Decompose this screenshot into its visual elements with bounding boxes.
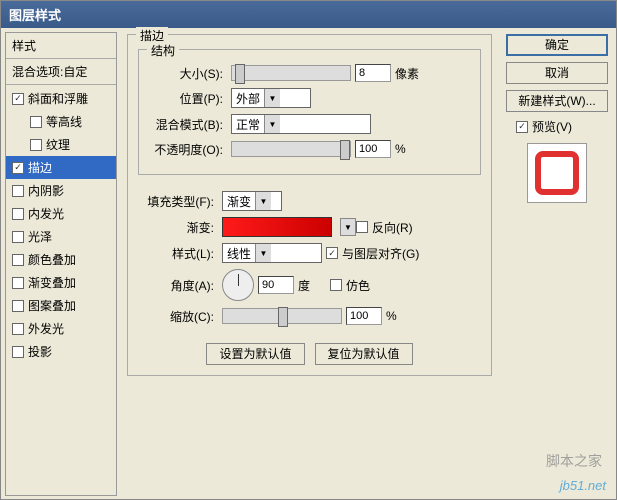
layer-style-dialog: 图层样式 样式 混合选项:自定 斜面和浮雕等高线纹理描边内阴影内发光光泽颜色叠加… <box>0 0 617 500</box>
dropdown-arrow-icon: ▼ <box>255 192 271 210</box>
style-checkbox[interactable] <box>12 231 24 243</box>
style-item-11[interactable]: 投影 <box>6 340 116 363</box>
style-checkbox[interactable] <box>30 139 42 151</box>
new-style-button[interactable]: 新建样式(W)... <box>506 90 608 112</box>
right-panel: 确定 取消 新建样式(W)... 预览(V) <box>502 32 612 496</box>
opacity-slider[interactable] <box>231 141 351 157</box>
style-item-label: 颜色叠加 <box>28 251 76 268</box>
fill-group: 填充类型(F): 渐变 ▼ 渐变: ▼ 反向(R) <box>138 181 481 335</box>
ok-button[interactable]: 确定 <box>506 34 608 56</box>
style-checkbox[interactable] <box>12 254 24 266</box>
preview-checkbox[interactable] <box>516 121 528 133</box>
dialog-titlebar[interactable]: 图层样式 <box>1 1 616 28</box>
style-item-label: 渐变叠加 <box>28 274 76 291</box>
filltype-select[interactable]: 渐变 ▼ <box>222 191 282 211</box>
styles-sidebar: 样式 混合选项:自定 斜面和浮雕等高线纹理描边内阴影内发光光泽颜色叠加渐变叠加图… <box>5 32 117 496</box>
position-label: 位置(P): <box>149 90 227 107</box>
size-input[interactable] <box>355 64 391 82</box>
style-item-label: 描边 <box>28 159 52 176</box>
gradient-picker[interactable] <box>222 217 332 237</box>
style-item-label: 内发光 <box>28 205 64 222</box>
scale-unit: % <box>386 309 397 323</box>
style-item-4[interactable]: 内阴影 <box>6 179 116 202</box>
blendmode-select[interactable]: 正常 ▼ <box>231 114 371 134</box>
preview-thumbnail <box>527 143 587 203</box>
style-item-2[interactable]: 纹理 <box>6 133 116 156</box>
position-select[interactable]: 外部 ▼ <box>231 88 311 108</box>
angle-label: 角度(A): <box>140 277 218 294</box>
reverse-checkbox[interactable] <box>356 221 368 233</box>
preview-shape-icon <box>535 151 579 195</box>
scale-input[interactable] <box>346 307 382 325</box>
scale-label: 缩放(C): <box>140 308 218 325</box>
style-item-6[interactable]: 光泽 <box>6 225 116 248</box>
style-item-7[interactable]: 颜色叠加 <box>6 248 116 271</box>
structure-group: 结构 大小(S): 像素 位置(P): 外部 ▼ <box>138 49 481 175</box>
set-default-button[interactable]: 设置为默认值 <box>206 343 304 365</box>
style-item-label: 图案叠加 <box>28 297 76 314</box>
dither-checkbox[interactable] <box>330 279 342 291</box>
watermark-cn: 脚本之家 <box>546 451 602 471</box>
style-item-label: 内阴影 <box>28 182 64 199</box>
filltype-label: 填充类型(F): <box>140 193 218 210</box>
gradient-menu-icon[interactable]: ▼ <box>340 218 356 236</box>
style-item-label: 投影 <box>28 343 52 360</box>
style-item-8[interactable]: 渐变叠加 <box>6 271 116 294</box>
style-checkbox[interactable] <box>12 277 24 289</box>
size-label: 大小(S): <box>149 65 227 82</box>
opacity-input[interactable] <box>355 140 391 158</box>
main-panel: 描边 结构 大小(S): 像素 位置(P): 外部 ▼ <box>121 32 498 496</box>
preview-label: 预览(V) <box>532 118 572 135</box>
style-checkbox[interactable] <box>12 323 24 335</box>
angle-dial[interactable] <box>222 269 254 301</box>
style-item-label: 外发光 <box>28 320 64 337</box>
style-checkbox[interactable] <box>12 346 24 358</box>
style-select[interactable]: 线性 ▼ <box>222 243 322 263</box>
dither-label: 仿色 <box>346 277 370 294</box>
style-checkbox[interactable] <box>12 208 24 220</box>
style-item-label: 等高线 <box>46 113 82 130</box>
blend-options-row[interactable]: 混合选项:自定 <box>6 59 116 85</box>
angle-unit: 度 <box>298 277 310 294</box>
align-label: 与图层对齐(G) <box>342 245 419 262</box>
reset-default-button[interactable]: 复位为默认值 <box>315 343 413 365</box>
style-checkbox[interactable] <box>12 185 24 197</box>
scale-slider[interactable] <box>222 308 342 324</box>
angle-input[interactable] <box>258 276 294 294</box>
dropdown-arrow-icon: ▼ <box>264 89 280 107</box>
gradient-label: 渐变: <box>140 219 218 236</box>
opacity-label: 不透明度(O): <box>149 141 227 158</box>
dialog-title: 图层样式 <box>9 8 61 23</box>
style-checkbox[interactable] <box>12 300 24 312</box>
style-item-0[interactable]: 斜面和浮雕 <box>6 87 116 110</box>
size-slider[interactable] <box>231 65 351 81</box>
style-label: 样式(L): <box>140 245 218 262</box>
style-checkbox[interactable] <box>12 162 24 174</box>
watermark-en: jb51.net <box>560 478 606 493</box>
stroke-fieldset: 描边 结构 大小(S): 像素 位置(P): 外部 ▼ <box>127 34 492 376</box>
reverse-label: 反向(R) <box>372 219 413 236</box>
style-item-3[interactable]: 描边 <box>6 156 116 179</box>
style-item-label: 纹理 <box>46 136 70 153</box>
opacity-unit: % <box>395 142 406 156</box>
sidebar-header: 样式 <box>6 33 116 59</box>
style-item-5[interactable]: 内发光 <box>6 202 116 225</box>
style-item-10[interactable]: 外发光 <box>6 317 116 340</box>
style-checkbox[interactable] <box>30 116 42 128</box>
structure-legend: 结构 <box>147 42 179 59</box>
cancel-button[interactable]: 取消 <box>506 62 608 84</box>
dropdown-arrow-icon: ▼ <box>264 115 280 133</box>
style-item-1[interactable]: 等高线 <box>6 110 116 133</box>
dropdown-arrow-icon: ▼ <box>255 244 271 262</box>
style-item-label: 斜面和浮雕 <box>28 90 88 107</box>
style-item-label: 光泽 <box>28 228 52 245</box>
align-checkbox[interactable] <box>326 247 338 259</box>
style-checkbox[interactable] <box>12 93 24 105</box>
style-item-9[interactable]: 图案叠加 <box>6 294 116 317</box>
size-unit: 像素 <box>395 65 419 82</box>
blendmode-label: 混合模式(B): <box>149 116 227 133</box>
